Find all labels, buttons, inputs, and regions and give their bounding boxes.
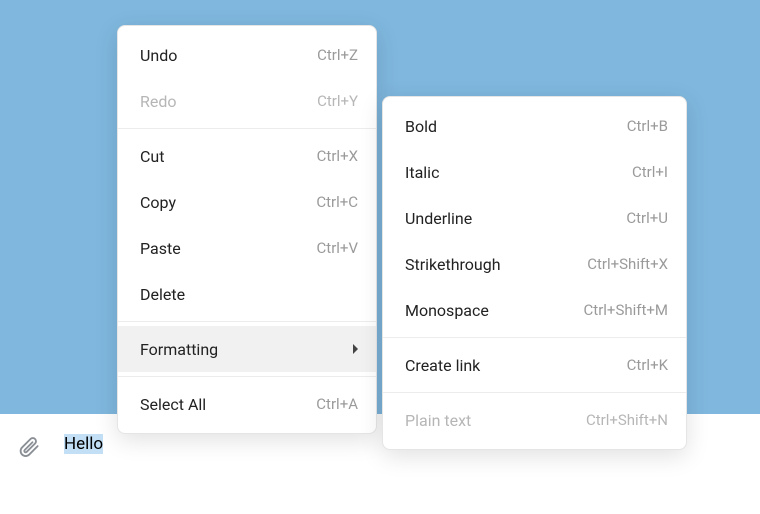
menu-item-redo: Redo Ctrl+Y bbox=[118, 78, 376, 124]
menu-divider bbox=[118, 376, 376, 377]
menu-divider bbox=[383, 392, 686, 393]
context-menu: Undo Ctrl+Z Redo Ctrl+Y Cut Ctrl+X Copy … bbox=[117, 25, 377, 434]
menu-shortcut: Ctrl+Shift+N bbox=[586, 411, 668, 429]
menu-label: Copy bbox=[140, 193, 176, 212]
menu-item-strikethrough[interactable]: Strikethrough Ctrl+Shift+X bbox=[383, 241, 686, 287]
menu-shortcut: Ctrl+I bbox=[632, 163, 668, 181]
menu-divider bbox=[383, 337, 686, 338]
menu-shortcut: Ctrl+Z bbox=[317, 46, 358, 64]
menu-shortcut: Ctrl+X bbox=[317, 147, 358, 165]
menu-divider bbox=[118, 128, 376, 129]
menu-label: Bold bbox=[405, 117, 437, 136]
menu-item-paste[interactable]: Paste Ctrl+V bbox=[118, 225, 376, 271]
menu-shortcut: Ctrl+Shift+M bbox=[584, 301, 668, 319]
menu-shortcut: Ctrl+C bbox=[316, 193, 358, 211]
menu-label: Select All bbox=[140, 395, 206, 414]
menu-label: Formatting bbox=[140, 340, 218, 359]
menu-item-cut[interactable]: Cut Ctrl+X bbox=[118, 133, 376, 179]
menu-label: Strikethrough bbox=[405, 255, 501, 274]
menu-item-formatting[interactable]: Formatting bbox=[118, 326, 376, 372]
menu-item-bold[interactable]: Bold Ctrl+B bbox=[383, 103, 686, 149]
menu-shortcut: Ctrl+Y bbox=[317, 92, 358, 110]
menu-item-underline[interactable]: Underline Ctrl+U bbox=[383, 195, 686, 241]
selected-text: Hello bbox=[64, 434, 103, 454]
menu-divider bbox=[118, 321, 376, 322]
menu-label: Redo bbox=[140, 92, 177, 111]
menu-shortcut: Ctrl+K bbox=[627, 356, 668, 374]
chevron-right-icon bbox=[353, 344, 358, 354]
menu-item-undo[interactable]: Undo Ctrl+Z bbox=[118, 32, 376, 78]
menu-shortcut: Ctrl+Shift+X bbox=[587, 255, 668, 273]
menu-item-monospace[interactable]: Monospace Ctrl+Shift+M bbox=[383, 287, 686, 333]
menu-label: Paste bbox=[140, 239, 181, 258]
menu-item-plain-text: Plain text Ctrl+Shift+N bbox=[383, 397, 686, 443]
message-input[interactable]: Hello bbox=[64, 434, 103, 454]
menu-label: Cut bbox=[140, 147, 164, 166]
menu-shortcut: Ctrl+B bbox=[627, 117, 668, 135]
menu-label: Underline bbox=[405, 209, 472, 228]
menu-label: Delete bbox=[140, 285, 185, 304]
menu-item-select-all[interactable]: Select All Ctrl+A bbox=[118, 381, 376, 427]
menu-shortcut: Ctrl+U bbox=[626, 209, 668, 227]
menu-item-delete[interactable]: Delete bbox=[118, 271, 376, 317]
menu-shortcut: Ctrl+A bbox=[316, 395, 358, 413]
menu-label: Plain text bbox=[405, 411, 471, 430]
menu-item-copy[interactable]: Copy Ctrl+C bbox=[118, 179, 376, 225]
attach-icon[interactable] bbox=[18, 436, 40, 458]
menu-label: Monospace bbox=[405, 301, 489, 320]
menu-label: Undo bbox=[140, 46, 177, 65]
menu-item-create-link[interactable]: Create link Ctrl+K bbox=[383, 342, 686, 388]
menu-label: Italic bbox=[405, 163, 439, 182]
menu-item-italic[interactable]: Italic Ctrl+I bbox=[383, 149, 686, 195]
menu-label: Create link bbox=[405, 356, 480, 375]
menu-shortcut: Ctrl+V bbox=[317, 239, 358, 257]
formatting-submenu: Bold Ctrl+B Italic Ctrl+I Underline Ctrl… bbox=[382, 96, 687, 450]
